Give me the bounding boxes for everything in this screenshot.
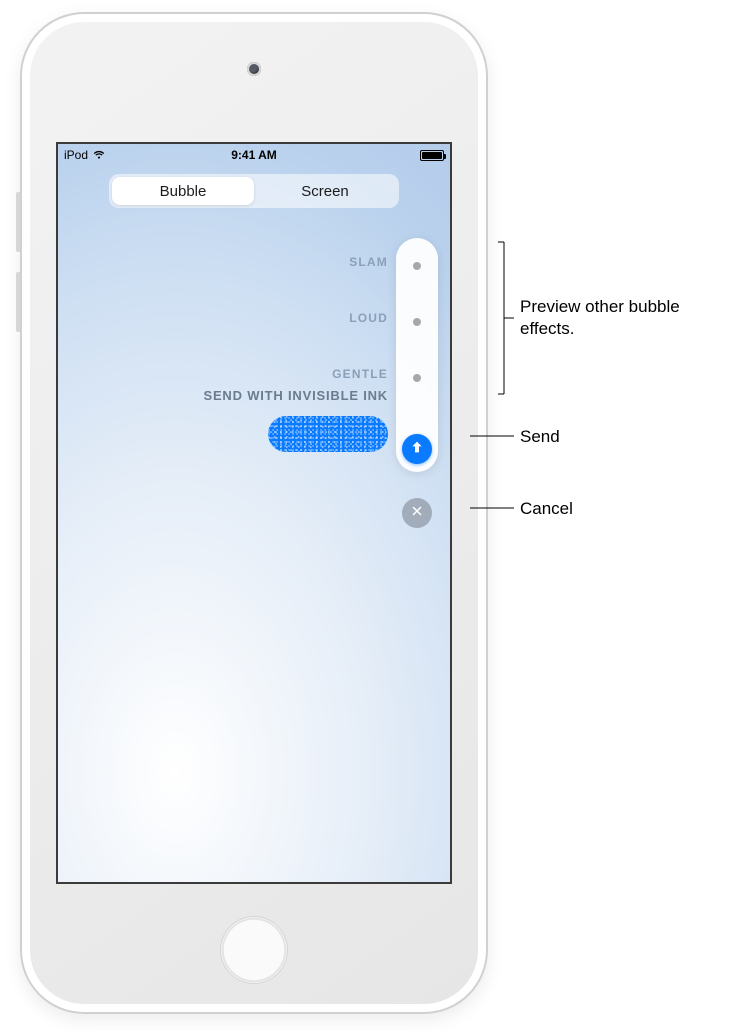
front-camera [247, 62, 261, 76]
callout-send: Send [520, 426, 560, 448]
send-button[interactable] [402, 434, 432, 464]
callout-preview-effects: Preview other bubble effects. [520, 296, 720, 340]
device-frame: iPod 9:41 AM Bubble Screen SLAM LOUD GEN… [20, 12, 488, 1014]
effect-loud-label: LOUD [349, 311, 388, 325]
effect-gentle-label: GENTLE [332, 367, 388, 381]
callout-cancel: Cancel [520, 498, 573, 520]
effect-picker-track [396, 238, 438, 472]
effect-gentle-dot[interactable] [413, 374, 421, 382]
effect-invisible-ink-label: SEND WITH INVISIBLE INK [203, 388, 388, 403]
screen: iPod 9:41 AM Bubble Screen SLAM LOUD GEN… [56, 142, 452, 884]
clock-label: 9:41 AM [231, 148, 277, 162]
cancel-button[interactable] [402, 498, 432, 528]
effect-type-segmented-control[interactable]: Bubble Screen [109, 174, 399, 208]
volume-down-button [16, 272, 20, 332]
wifi-icon [92, 147, 106, 164]
close-icon [411, 504, 423, 522]
effect-slam-label: SLAM [349, 255, 388, 269]
tab-bubble[interactable]: Bubble [112, 177, 254, 205]
effect-loud-dot[interactable] [413, 318, 421, 326]
volume-up-button [16, 192, 20, 252]
arrow-up-icon [409, 439, 425, 460]
tab-screen[interactable]: Screen [254, 177, 396, 205]
effect-slam-dot[interactable] [413, 262, 421, 270]
status-bar: iPod 9:41 AM [58, 144, 450, 166]
invisible-ink-noise [268, 416, 388, 452]
home-button[interactable] [220, 916, 288, 984]
tab-screen-label: Screen [301, 183, 349, 200]
message-bubble-preview [268, 416, 388, 452]
battery-icon [420, 150, 444, 161]
carrier-label: iPod [64, 148, 88, 162]
tab-bubble-label: Bubble [160, 183, 207, 200]
